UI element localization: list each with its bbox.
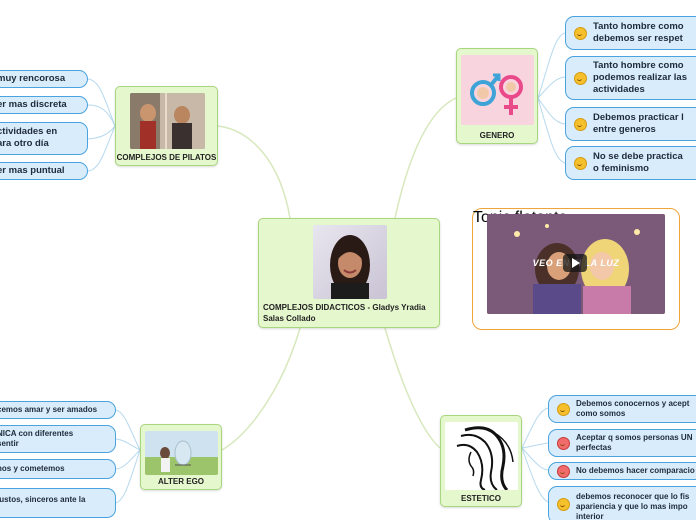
link-pilatos-4 [87, 125, 116, 172]
play-icon[interactable] [563, 254, 587, 272]
heart-eyes-emoji-icon [557, 464, 570, 478]
alter-ego-item-2-line-1: NICA con diferentes [0, 429, 74, 438]
estetico-item-2[interactable]: Aceptar q somos personas UN perfectas [548, 429, 696, 457]
relieved-emoji-icon [557, 402, 570, 416]
smile-emoji-icon [557, 498, 570, 511]
pilatos-item-4-text: er mas puntual [0, 165, 65, 176]
link-alter-1 [115, 409, 141, 451]
central-topic[interactable]: COMPLEJOS DIDACTICOS - Gladys Yradia Sal… [258, 218, 440, 328]
grin-emoji-icon [574, 117, 587, 131]
estetico-item-1-line-2: como somos [576, 409, 626, 418]
alter-ego-topic[interactable]: ALTER EGO [140, 424, 222, 490]
pilatos-item-3[interactable]: ctividades en ara otro día [0, 122, 88, 155]
estetico-item-1-line-1: Debemos conocernos y acept [576, 399, 690, 408]
alter-ego-item-3[interactable]: nos y cometemos [0, 459, 116, 479]
alter-ego-item-4[interactable]: justos, sinceros ante la [0, 488, 116, 518]
pilatos-item-1-text: muy rencorosa [0, 73, 66, 84]
genero-item-3-line-2: entre generos [593, 124, 656, 135]
central-photo [313, 225, 387, 299]
alter-ego-item-1-text: cemos amar y ser amados [0, 405, 98, 414]
pilatos-item-3-line-1: ctividades en [0, 126, 58, 137]
link-estetico-1 [521, 407, 549, 449]
central-title: COMPLEJOS DIDACTICOS - Gladys Yradia Sal… [263, 303, 426, 323]
genero-item-2[interactable]: Tanto hombre como podemos realizar las a… [565, 56, 696, 100]
video-thumbnail[interactable]: VEO EN TI LA LUZ [487, 214, 665, 314]
genero-item-2-line-2: podemos realizar las [593, 72, 687, 83]
alter-ego-title: ALTER EGO [157, 477, 205, 486]
genero-item-4[interactable]: No se debe practica o feminismo [565, 146, 696, 180]
alter-ego-item-2[interactable]: NICA con diferentes sentir [0, 425, 116, 453]
estetico-item-2-line-1: Aceptar q somos personas UN [576, 433, 693, 442]
estetico-title: ESTETICO [460, 494, 501, 503]
link-alter-2 [115, 438, 141, 451]
estetico-item-4[interactable]: debemos reconocer que lo fis apariencia … [548, 486, 696, 520]
link-estetico-2 [521, 442, 549, 449]
alter-ego-item-1[interactable]: cemos amar y ser amados [0, 401, 116, 419]
estetico-item-4-line-3: interior [576, 512, 604, 520]
smile-emoji-icon [574, 26, 587, 40]
happy-emoji-icon [574, 156, 587, 170]
genero-item-1-line-2: debemos ser respet [593, 33, 683, 44]
link-central-estetico [384, 327, 441, 449]
genero-item-3[interactable]: Debemos practicar l entre generos [565, 107, 696, 141]
estetico-item-2-line-2: perfectas [576, 443, 612, 452]
pilatos-item-3-line-2: ara otro día [0, 138, 49, 149]
alter-ego-item-3-text: nos y cometemos [0, 464, 65, 473]
alter-ego-item-4-text: justos, sinceros ante la [0, 495, 86, 504]
genero-item-1-line-1: Tanto hombre como [593, 21, 684, 32]
estetico-item-1[interactable]: Debemos conocernos y acept como somos [548, 395, 696, 423]
mind-map-canvas: COMPLEJOS DIDACTICOS - Gladys Yradia Sal… [0, 0, 696, 520]
genero-item-4-line-2: o feminismo [593, 163, 649, 174]
genero-item-3-line-1: Debemos practicar l [593, 112, 684, 123]
estetico-topic[interactable]: ESTETICO [440, 415, 522, 507]
pilatos-title: COMPLEJOS DE PILATOS [116, 153, 217, 162]
smile-emoji-icon [574, 71, 587, 85]
link-central-alter [221, 327, 301, 451]
genero-title: GENERO [479, 131, 515, 140]
genero-item-4-line-1: No se debe practica [593, 151, 683, 162]
alter-ego-image [145, 431, 218, 475]
alter-ego-item-2-line-2: sentir [0, 439, 19, 448]
estetico-item-4-line-1: debemos reconocer que lo fis [576, 492, 690, 501]
genero-item-1[interactable]: Tanto hombre como debemos ser respet [565, 16, 696, 50]
pilatos-item-1[interactable]: muy rencorosa [0, 70, 88, 88]
pilatos-image [130, 93, 205, 149]
pilatos-topic[interactable]: COMPLEJOS DE PILATOS [115, 86, 218, 166]
estetico-item-3-text: No debemos hacer comparacio [576, 466, 695, 475]
estetico-item-4-line-2: apariencia y que lo mas impo [576, 502, 688, 511]
pilatos-item-4[interactable]: er mas puntual [0, 162, 88, 180]
pilatos-item-2[interactable]: er mas discreta [0, 96, 88, 114]
genero-item-2-line-3: actividades [593, 84, 645, 95]
genero-item-2-line-1: Tanto hombre como [593, 60, 684, 71]
genero-image [461, 55, 534, 125]
link-genero-2 [537, 76, 566, 99]
link-central-pilatos [217, 125, 291, 219]
link-central-genero [394, 97, 457, 219]
pilatos-item-2-text: er mas discreta [0, 99, 67, 110]
link-genero-1 [537, 32, 566, 99]
link-estetico-4 [521, 447, 549, 503]
estetico-item-3[interactable]: No debemos hacer comparacio [548, 462, 696, 480]
heart-face-emoji-icon [557, 436, 570, 450]
estetico-image [445, 422, 518, 490]
link-alter-4 [115, 449, 141, 504]
floating-topic[interactable]: VEO EN TI LA LUZ Topic flotante [472, 208, 680, 330]
link-genero-4 [537, 97, 566, 164]
genero-topic[interactable]: GENERO [456, 48, 538, 144]
